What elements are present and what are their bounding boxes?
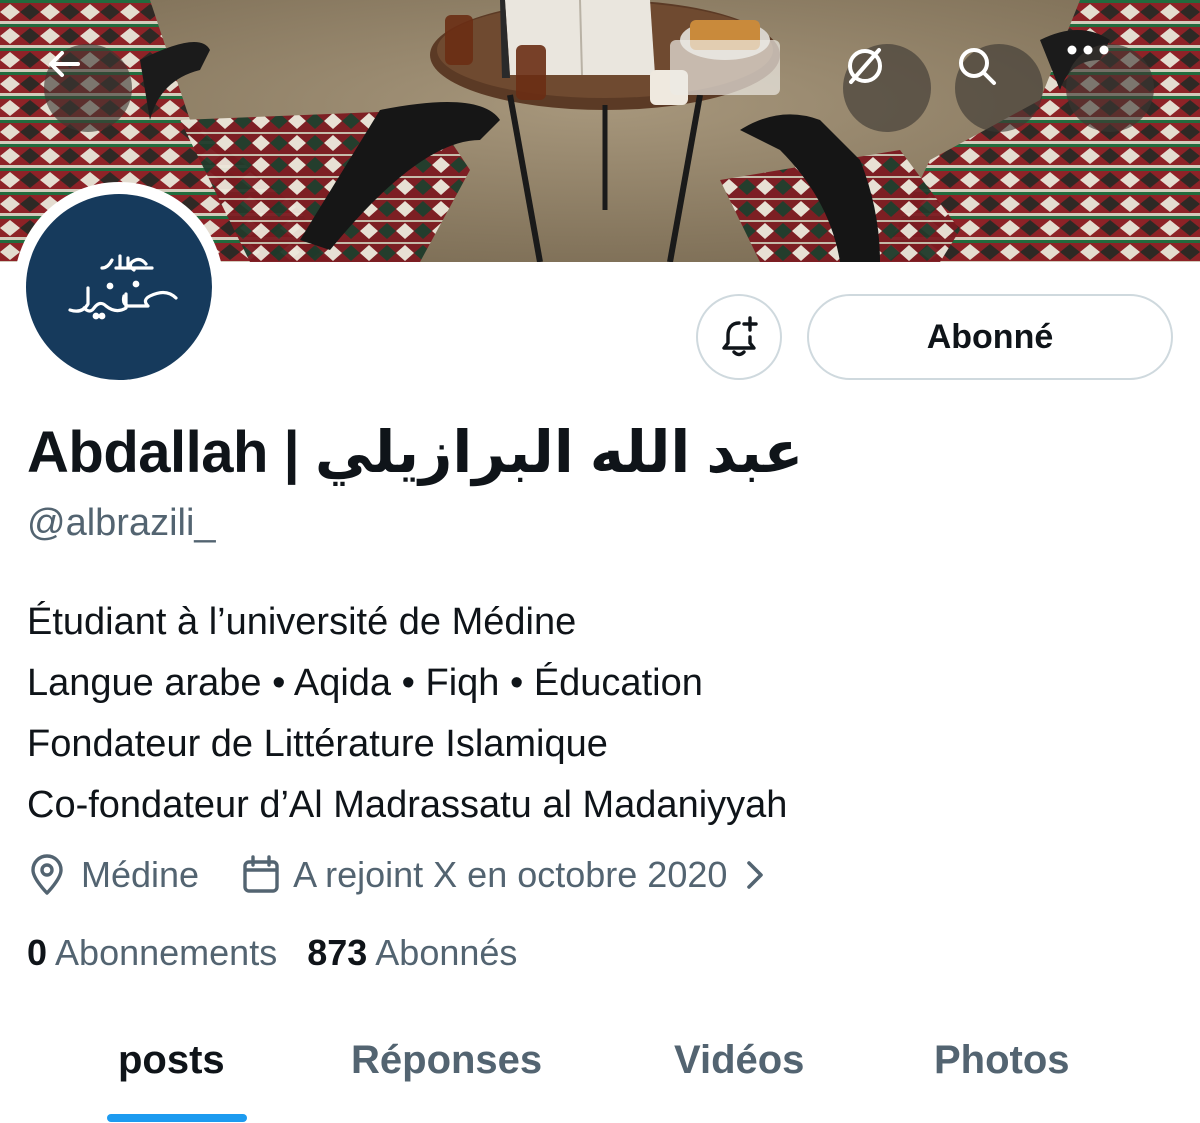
profile-page: Abonné Abdallah | عبد الله البرازيلي @al… [0,0,1200,1123]
follow-stats: 0 Abonnements 873 Abonnés [27,932,517,974]
bio-line: Étudiant à l’université de Médine [27,601,577,643]
location: Médine [27,853,199,897]
display-name: Abdallah | عبد الله البرازيلي [27,420,804,485]
profile-tabs: posts Réponses Vidéos Photos [0,1030,1200,1123]
followers-label: Abonnés [375,932,518,973]
location-text: Médine [81,854,200,895]
calendar-icon [243,855,279,893]
tab-replies[interactable]: Réponses [351,1038,542,1083]
notifications-button[interactable] [696,294,782,380]
avatar[interactable] [26,194,212,380]
chevron-right-icon [747,861,764,889]
profile-meta: Médine A rejoint X en octobre 2020 [27,848,767,902]
following-button-label: Abonné [926,317,1054,356]
translate-off-icon [848,48,882,84]
translate-toggle-button[interactable] [843,44,931,132]
user-handle: @albrazili_ [27,502,216,544]
search-button[interactable] [955,44,1043,132]
more-horizontal-icon [1067,45,1109,55]
following-stat[interactable]: 0 Abonnements [27,932,277,973]
following-count: 0 [27,932,48,973]
search-icon [959,48,996,85]
bell-plus-icon [722,316,758,357]
location-pin-icon [31,854,63,895]
arrow-left-icon [49,51,80,77]
join-date-text: A rejoint X en octobre 2020 [293,854,728,895]
profile-bio: Étudiant à l’université de Médine Langue… [27,592,787,836]
tab-videos[interactable]: Vidéos [674,1038,804,1083]
followers-stat[interactable]: 873 Abonnés [307,932,517,973]
active-tab-indicator [107,1114,247,1122]
avatar-calligraphy-logo [68,254,178,320]
tab-photos[interactable]: Photos [934,1038,1070,1083]
bio-line: Fondateur de Littérature Islamique [27,723,608,765]
bio-line: Co-fondateur d’Al Madrassatu al Madaniyy… [27,784,788,826]
more-options-button[interactable] [1066,44,1154,132]
join-date[interactable]: A rejoint X en octobre 2020 [241,854,767,896]
tab-posts[interactable]: posts [118,1038,225,1083]
following-button[interactable]: Abonné [807,294,1173,380]
followers-count: 873 [307,932,368,973]
back-button[interactable] [44,44,132,132]
bio-line: Langue arabe • Aqida • Fiqh • Éducation [27,662,703,704]
following-label: Abonnements [55,932,278,973]
